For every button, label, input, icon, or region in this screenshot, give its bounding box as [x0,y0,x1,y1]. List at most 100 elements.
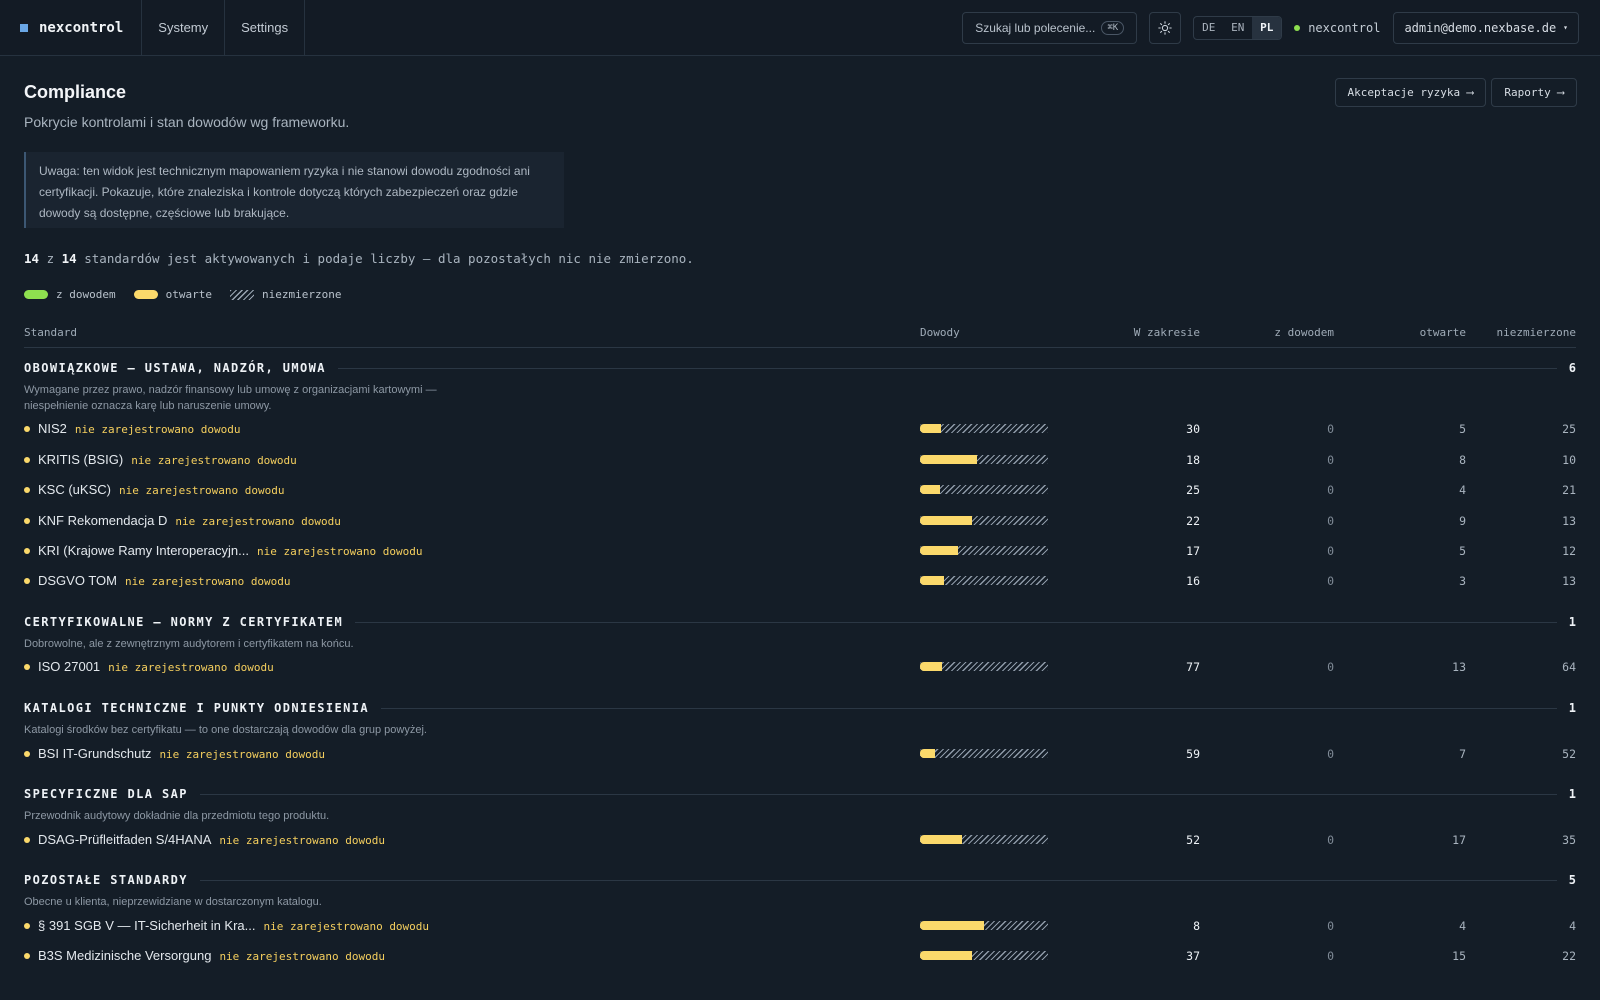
standard-name: B3S Medizinische Versorgung [38,948,212,963]
evidence-bar-open-fill [920,662,942,671]
with-evidence-count: 0 [1327,514,1334,528]
brand-name: nexcontrol [39,19,124,36]
evidence-bar [920,835,1048,844]
group-header: POZOSTAŁE STANDARDY 5 [24,872,1576,888]
legend-open: otwarte [133,288,212,301]
table-row[interactable]: KRI (Krajowe Ramy Interoperacyjn... nie z… [24,541,1576,561]
group-count: 1 [1568,615,1576,629]
open-count: 4 [1459,483,1466,497]
no-evidence-tag: nie zarejestrowano dowodu [108,661,274,674]
evidence-bar [920,516,1048,525]
table-row[interactable]: DSAG-Prüfleitfaden S/4HANA nie zarejestro… [24,830,1576,850]
table-row[interactable]: NIS2 nie zarejestrowano dowodu 30 0 5 25 [24,419,1576,439]
with-evidence-count: 0 [1327,747,1334,761]
group-count: 6 [1568,361,1576,375]
no-evidence-tag: nie zarejestrowano dowodu [131,454,297,467]
table-row[interactable]: B3S Medizinische Versorgung nie zarejestr… [24,946,1576,966]
status-dot [24,837,30,843]
group-header: OBOWIĄZKOWE — USTAWA, NADZÓR, UMOWA 6 [24,360,1576,376]
search-placeholder: Szukaj lub polecenie... [975,20,1096,35]
table-row[interactable]: KRITIS (BSIG) nie zarejestrowano dowodu 18… [24,450,1576,470]
theme-toggle-button[interactable] [1149,11,1182,44]
group-divider [337,367,1557,369]
with-evidence-count: 0 [1327,660,1334,674]
table-row[interactable]: DSGVO TOM nie zarejestrowano dowodu 16 0 3 13 [24,571,1576,591]
table-row[interactable]: § 391 SGB V — IT-Sicherheit in Kra... nie… [24,916,1576,936]
table-row[interactable]: KNF Rekomendacja D nie zarejestrowano dow… [24,511,1576,531]
group-divider [199,793,1557,795]
with-evidence-count: 0 [1327,544,1334,558]
in-scope-count: 17 [1186,544,1200,558]
unmeasured-count: 22 [1562,949,1576,963]
group-title: CERTYFIKOWALNE — NORMY Z CERTYFIKATEM [24,615,344,629]
unmeasured-count: 12 [1562,544,1576,558]
evidence-bar-open-fill [920,951,972,960]
unmeasured-count: 35 [1562,833,1576,847]
evidence-bar [920,576,1048,585]
no-evidence-tag: nie zarejestrowano dowodu [256,545,423,558]
table-row[interactable]: KSC (uKSC) nie zarejestrowano dowodu 25 0 4 2… [24,480,1576,500]
group-description: Przewodnik audytowy dokładnie dla przedm… [24,810,330,822]
table-row[interactable]: BSI IT-Grundschutz nie zarejestrowano dow… [24,744,1576,764]
no-evidence-tag: nie zarejestrowano dowodu [159,748,326,761]
status-dot [24,578,30,584]
standard-name: ISO 27001 [38,659,101,674]
reports-button[interactable]: Raporty ⟶ [1491,78,1577,107]
standard-name: NIS2 [38,421,67,436]
nav-item-systemy[interactable]: Systemy [142,0,226,56]
summary-text: standardów jest aktywowanych i podaje li… [84,251,694,266]
col-standard: Standard [24,326,77,339]
in-scope-count: 22 [1186,514,1200,528]
with-evidence-count: 0 [1327,949,1334,963]
brand[interactable]: nexcontrol [0,0,143,56]
unmeasured-count: 25 [1562,422,1576,436]
open-count: 8 [1459,453,1466,467]
group-count: 1 [1568,787,1576,801]
nav-item-settings[interactable]: Settings [225,0,306,56]
with-evidence-count: 0 [1327,422,1334,436]
status-dot [24,953,30,959]
group-header: CERTYFIKOWALNE — NORMY Z CERTYFIKATEM 1 [24,614,1576,630]
group-divider [355,621,1557,623]
user-menu-button[interactable]: admin@demo.nexbase.de ▾ [1393,11,1579,44]
disclaimer-notice: Uwaga: ten widok jest technicznym mapowa… [24,152,564,228]
group-title: OBOWIĄZKOWE — USTAWA, NADZÓR, UMOWA [24,361,326,375]
standard-name-cell: KSC (uKSC) nie zarejestrowano dowodu [38,482,285,497]
group-header: KATALOGI TECHNICZNE I PUNKTY ODNIESIENIA… [24,700,1576,716]
standard-name-cell: NIS2 nie zarejestrowano dowodu [38,421,240,436]
summary-total-count: 14 [61,251,77,266]
in-scope-count: 18 [1186,453,1200,467]
search-shortcut-badge: ⌘K [1101,20,1125,35]
no-evidence-tag: nie zarejestrowano dowodu [74,423,241,436]
status-dot [24,923,30,929]
standard-name: KNF Rekomendacja D [38,513,168,528]
no-evidence-tag: nie zarejestrowano dowodu [219,834,385,847]
page-subtitle: Pokrycie kontrolami i stan dowodów wg fr… [24,114,350,130]
table-row[interactable]: ISO 27001 nie zarejestrowano dowodu 77 0 13 6… [24,657,1576,677]
legend-unmeasured-swatch [229,289,254,300]
legend-unmeasured: niezmierzone [229,288,341,301]
lang-de[interactable]: DE [1194,17,1223,39]
legend-open-swatch [133,290,158,299]
col-in-scope: W zakresie [1133,326,1200,339]
open-count: 17 [1452,833,1466,847]
with-evidence-count: 0 [1327,574,1334,588]
no-evidence-tag: nie zarejestrowano dowodu [219,950,386,963]
search-button[interactable]: Szukaj lub polecenie... ⌘K [962,11,1138,44]
no-evidence-tag: nie zarejestrowano dowodu [124,575,291,588]
open-count: 5 [1459,422,1466,436]
lang-en[interactable]: EN [1223,17,1252,39]
standard-name: KRITIS (BSIG) [38,452,124,467]
group-description: Katalogi środków bez certyfikatu — to on… [24,724,427,736]
tenant-name: nexcontrol [1308,20,1381,35]
standard-name-cell: KRITIS (BSIG) nie zarejestrowano dowodu [38,452,297,467]
in-scope-count: 77 [1186,660,1200,674]
in-scope-count: 8 [1193,919,1200,933]
status-dot [24,487,30,493]
risk-acceptance-button[interactable]: Akceptacje ryzyka ⟶ [1334,78,1487,107]
with-evidence-count: 0 [1327,483,1334,497]
evidence-bar [920,546,1048,555]
activation-summary: 14 z 14 standardów jest aktywowanych i p… [24,251,694,266]
group-count: 5 [1568,873,1576,887]
lang-pl[interactable]: PL [1252,16,1282,39]
